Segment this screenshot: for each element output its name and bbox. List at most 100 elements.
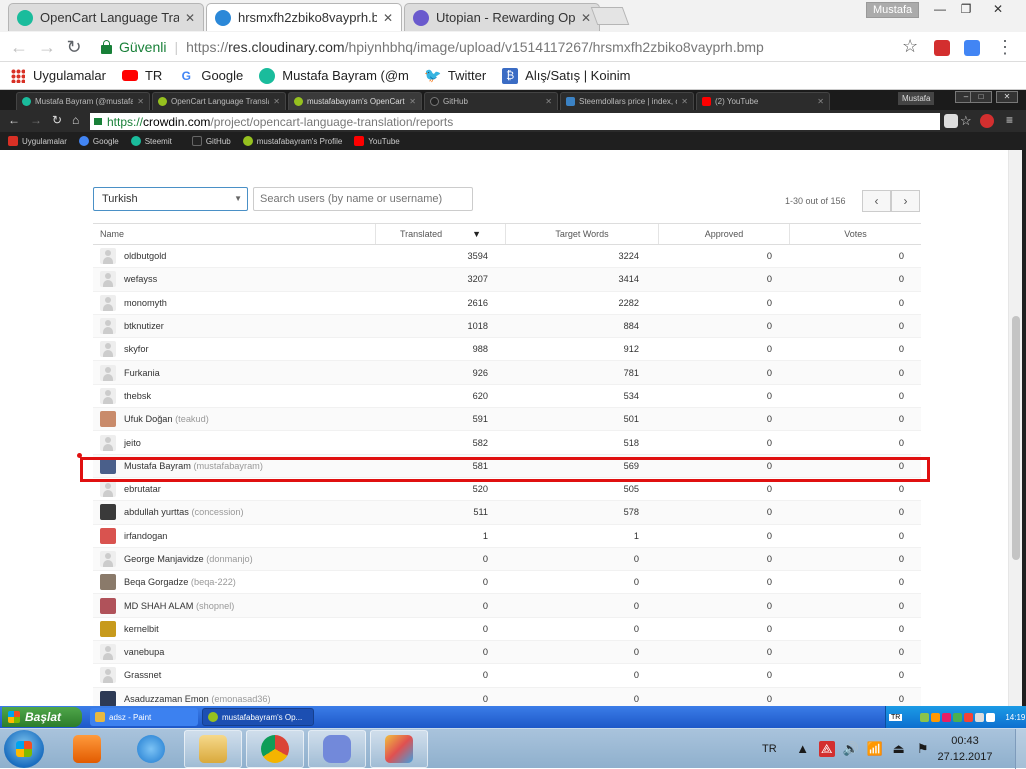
xp-language-indicator[interactable]: TR xyxy=(889,713,903,721)
bookmark-twitter[interactable]: 🐦 Twitter xyxy=(424,67,486,84)
user-name[interactable]: abdullah yurttas (concession) xyxy=(124,507,244,517)
inner-home-icon[interactable]: ⌂ xyxy=(72,113,79,127)
inner-bookmark-profile[interactable]: mustafabayram's Profile xyxy=(242,136,342,146)
extension-icon[interactable] xyxy=(934,40,950,56)
user-name[interactable]: vanebupa xyxy=(124,647,164,657)
bookmark-apps[interactable]: Uygulamalar xyxy=(10,68,106,84)
inner-tab-2[interactable]: mustafabayram's OpenCart L ✕ xyxy=(288,92,422,110)
inner-address-bar[interactable]: https://crowdin.com/project/opencart-lan… xyxy=(90,113,940,130)
menu-icon[interactable]: ⋮ xyxy=(994,37,1016,57)
tray-icon[interactable] xyxy=(953,712,963,722)
user-name[interactable]: Grassnet xyxy=(124,670,161,680)
volume-icon[interactable]: 🔊 xyxy=(843,741,859,757)
close-tab-icon[interactable]: ✕ xyxy=(185,11,195,25)
user-name[interactable]: skyfor xyxy=(124,344,149,354)
close-tab-icon[interactable]: ✕ xyxy=(409,97,416,106)
action-center-flag-icon[interactable]: ⚑ xyxy=(915,741,931,757)
inner-bookmark-github[interactable]: GitHub xyxy=(191,136,231,146)
inner-profile-badge[interactable]: Mustafa xyxy=(898,92,935,105)
user-name[interactable]: MD SHAH ALAM (shopnel) xyxy=(124,601,234,611)
inner-bookmark-apps[interactable]: Uygulamalar xyxy=(8,136,67,146)
inner-star-icon[interactable]: ☆ xyxy=(960,113,972,129)
forward-arrow-icon[interactable]: → xyxy=(36,37,58,57)
column-target-words-header[interactable]: Target Words xyxy=(505,224,658,244)
bookmark-steemit[interactable]: Mustafa Bayram (@m xyxy=(259,67,409,84)
user-name[interactable]: jeito xyxy=(124,438,141,448)
reload-icon[interactable]: ↻ xyxy=(63,37,85,57)
show-hidden-icons-icon[interactable]: ▲ xyxy=(795,741,811,757)
bookmark-google[interactable]: G Google xyxy=(178,68,244,84)
maximize-icon[interactable]: ❐ xyxy=(952,0,980,18)
user-name[interactable]: kernelbit xyxy=(124,624,159,634)
inner-back-icon[interactable]: ← xyxy=(8,113,20,127)
translate-icon[interactable] xyxy=(964,40,980,56)
language-select[interactable]: Turkish ▼ xyxy=(93,187,248,211)
usb-icon[interactable]: ⏏ xyxy=(891,741,907,757)
bookmark-tr[interactable]: TR xyxy=(121,68,162,83)
w7-start-orb[interactable] xyxy=(4,730,44,768)
inner-tab-4[interactable]: Steemdollars price | index, c ✕ xyxy=(560,92,694,110)
outer-tab-2[interactable]: Utopian - Rewarding Op ✕ xyxy=(404,3,600,31)
xp-task-chrome[interactable]: mustafabayram's Op... xyxy=(202,708,314,726)
inner-close-icon[interactable]: ✕ xyxy=(996,91,1018,103)
column-votes-header[interactable]: Votes xyxy=(789,224,921,244)
inner-tab-1[interactable]: OpenCart Language Translat ✕ xyxy=(152,92,286,110)
inner-bookmark-google[interactable]: Google xyxy=(78,136,119,146)
w7-clock[interactable]: 00:43 27.12.2017 xyxy=(930,733,1000,765)
antivirus-icon[interactable]: ⟁ xyxy=(818,741,835,757)
network-icon[interactable] xyxy=(986,712,996,722)
inner-reload-icon[interactable]: ↻ xyxy=(52,113,62,127)
user-name[interactable]: monomyth xyxy=(124,298,167,308)
taskbar-explorer[interactable] xyxy=(184,730,242,768)
user-name[interactable]: btknutizer xyxy=(124,321,164,331)
close-tab-icon[interactable]: ✕ xyxy=(273,97,280,106)
column-name-header[interactable]: Name xyxy=(93,224,375,244)
inner-yab-extension-icon[interactable] xyxy=(980,114,994,128)
user-name[interactable]: Asaduzzaman Emon (emonasad36) xyxy=(124,694,271,704)
inner-maximize-icon[interactable]: □ xyxy=(970,91,992,103)
address-bar[interactable]: Güvenli | https://res.cloudinary.com/hpi… xyxy=(93,35,923,59)
new-tab-button[interactable] xyxy=(590,7,630,25)
close-tab-icon[interactable]: ✕ xyxy=(681,97,688,106)
page-scrollbar[interactable] xyxy=(1008,150,1022,706)
close-window-icon[interactable]: ✕ xyxy=(984,0,1012,18)
xp-clock[interactable]: 14:19 xyxy=(1005,713,1025,722)
taskbar-internet-explorer[interactable] xyxy=(122,730,180,768)
inner-bookmark-youtube[interactable]: YouTube xyxy=(354,136,400,146)
tray-icon[interactable] xyxy=(942,712,952,722)
user-name[interactable]: Furkania xyxy=(124,368,160,378)
xp-start-button[interactable]: Başlat xyxy=(2,707,82,727)
taskbar-media-player[interactable] xyxy=(58,730,116,768)
taskbar-paint[interactable] xyxy=(370,730,428,768)
w7-language-indicator[interactable]: TR xyxy=(762,743,777,755)
xp-task-paint[interactable]: adsz - Paint xyxy=(90,708,198,726)
inner-tab-3[interactable]: GitHub ✕ xyxy=(424,92,558,110)
minimize-icon[interactable]: — xyxy=(926,0,954,18)
user-name[interactable]: wefayss xyxy=(124,274,157,284)
inner-tab-5[interactable]: (2) YouTube ✕ xyxy=(696,92,830,110)
close-tab-icon[interactable]: ✕ xyxy=(581,11,591,25)
tray-icon[interactable] xyxy=(931,712,941,722)
back-arrow-icon[interactable]: ← xyxy=(8,37,30,57)
column-translated-header[interactable]: Translated ▼ xyxy=(375,224,505,244)
inner-bookmark-steemit[interactable]: Steemit xyxy=(130,136,172,146)
bookmark-koinim[interactable]: ₿ Alış/Satış | Koinim xyxy=(502,67,630,84)
inner-translate-icon[interactable] xyxy=(944,114,958,128)
user-name[interactable]: ebrutatar xyxy=(124,484,161,494)
show-desktop-button[interactable] xyxy=(1015,729,1026,769)
close-tab-icon[interactable]: ✕ xyxy=(817,97,824,106)
search-users-input[interactable] xyxy=(253,187,473,211)
user-name[interactable]: Ufuk Doğan (teakud) xyxy=(124,414,209,424)
inner-menu-icon[interactable]: ≡ xyxy=(1006,113,1013,127)
close-tab-icon[interactable]: ✕ xyxy=(137,97,144,106)
close-tab-icon[interactable]: ✕ xyxy=(383,11,393,25)
outer-tab-0[interactable]: OpenCart Language Tran ✕ xyxy=(8,3,204,31)
inner-forward-icon[interactable]: → xyxy=(30,113,42,127)
user-name[interactable]: irfandogan xyxy=(124,531,167,541)
column-approved-header[interactable]: Approved xyxy=(658,224,789,244)
profile-badge[interactable]: Mustafa xyxy=(866,2,920,18)
next-page-button[interactable]: › xyxy=(891,190,920,212)
tray-icon[interactable] xyxy=(964,712,974,722)
user-name[interactable]: thebsk xyxy=(124,391,151,401)
scrollbar-thumb[interactable] xyxy=(1012,316,1020,560)
